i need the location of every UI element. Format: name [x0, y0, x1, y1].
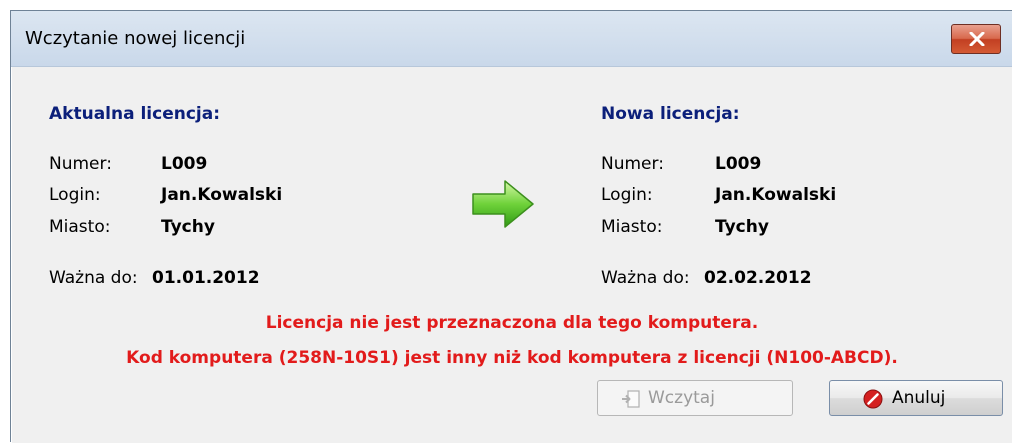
load-button-label: Wczytaj — [648, 388, 715, 408]
cancel-icon — [863, 389, 883, 409]
new-city-label: Miasto: — [601, 217, 663, 237]
current-number-value: L009 — [161, 154, 208, 174]
close-button[interactable] — [951, 24, 1001, 54]
current-valid-value: 01.01.2012 — [152, 268, 260, 288]
license-dialog: Wczytanie nowej licencji Aktualna licenc… — [10, 10, 1012, 443]
error-message-line-2: Kod komputera (258N-10S1) jest inny niż … — [126, 348, 898, 368]
new-login-value: Jan.Kowalski — [715, 185, 837, 205]
close-icon — [969, 32, 985, 46]
green-arrow-right-icon — [472, 180, 534, 228]
new-city-value: Tychy — [715, 217, 769, 237]
cancel-button-label: Anuluj — [892, 388, 946, 408]
current-city-label: Miasto: — [49, 217, 111, 237]
cancel-button[interactable]: Anuluj — [829, 380, 1003, 416]
window-title: Wczytanie nowej licencji — [25, 28, 246, 49]
new-valid-value: 02.02.2012 — [704, 268, 812, 288]
current-license-heading: Aktualna licencja: — [49, 104, 221, 124]
current-valid-label: Ważna do: — [49, 268, 138, 288]
new-number-label: Numer: — [601, 154, 664, 174]
new-license-heading: Nowa licencja: — [601, 104, 740, 124]
title-bar[interactable]: Wczytanie nowej licencji — [11, 11, 1012, 67]
new-number-value: L009 — [715, 154, 762, 174]
current-city-value: Tychy — [161, 217, 215, 237]
current-login-label: Login: — [49, 185, 101, 205]
load-button[interactable]: Wczytaj — [597, 380, 793, 416]
current-login-value: Jan.Kowalski — [161, 185, 283, 205]
error-message-line-1: Licencja nie jest przeznaczona dla tego … — [265, 313, 759, 333]
new-valid-label: Ważna do: — [601, 268, 690, 288]
current-number-label: Numer: — [49, 154, 112, 174]
dialog-content: Aktualna licencja: Numer: L009 Login: Ja… — [12, 67, 1012, 443]
import-icon — [622, 390, 640, 408]
new-login-label: Login: — [601, 185, 653, 205]
